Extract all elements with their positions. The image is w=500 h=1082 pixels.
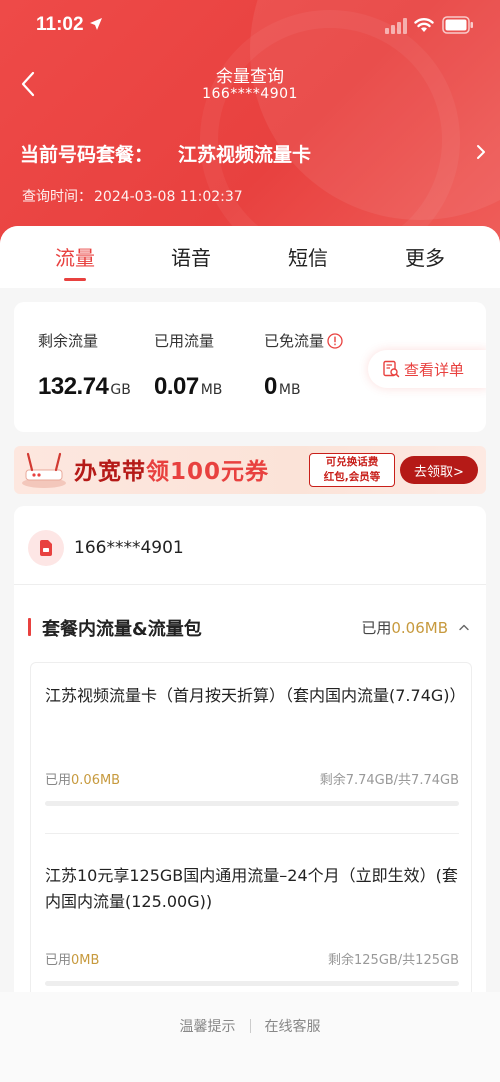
section-accent-bar: [28, 618, 31, 636]
package-progress-bar: [45, 981, 459, 986]
package-name: 江苏10元享125GB国内通用流量–24个月（立即生效）(套内国内流量(125.…: [45, 866, 458, 911]
package-divider: [45, 833, 459, 834]
page-subtitle-phone: 166****4901: [202, 86, 298, 102]
active-tab-indicator: [64, 278, 86, 281]
footer: 温馨提示 在线客服: [0, 992, 500, 1082]
current-plan-name: 江苏视频流量卡: [178, 144, 312, 166]
claim-coupon-button[interactable]: 去领取>: [400, 456, 478, 484]
query-time-label: 查询时间：: [22, 189, 92, 205]
package-used-label: 已用: [45, 773, 72, 788]
used-data-label: 已用流量: [154, 332, 215, 350]
package-section-title: 套餐内流量&流量包: [42, 619, 202, 640]
wifi-icon: [414, 18, 434, 32]
free-data-unit: MB: [278, 382, 301, 398]
query-time-value: 2024-03-08 11:02:37: [94, 189, 243, 205]
document-search-icon: [383, 360, 400, 378]
banner-tag-line2: 红包,会员等: [323, 471, 381, 483]
free-data: 已免流量 0 MB: [264, 330, 343, 401]
section-used-value: 0.06MB: [391, 619, 448, 637]
package-used-label: 已用: [45, 953, 72, 968]
view-details-label: 查看详单: [404, 360, 465, 379]
status-time: 11:02: [36, 14, 84, 35]
remaining-data-label: 剩余流量: [38, 332, 99, 350]
package-item: 江苏10元享125GB国内通用流量–24个月（立即生效）(套内国内流量(125.…: [45, 863, 459, 986]
package-item: 江苏视频流量卡（首月按天折算）（套内国内流量(7.74G)） 已用0.06MB …: [45, 683, 466, 806]
tab-voice[interactable]: 语音: [132, 242, 250, 271]
used-data-value: 0.07: [154, 373, 199, 400]
current-plan-row[interactable]: 当前号码套餐： 江苏视频流量卡: [20, 138, 486, 168]
package-section-used: 已用0.06MB: [361, 617, 448, 638]
used-data-unit: MB: [200, 382, 223, 398]
sim-card-avatar: [28, 530, 64, 566]
info-icon[interactable]: [327, 332, 343, 349]
phone-number-row: 166****4901: [28, 530, 184, 566]
tab-more[interactable]: 更多: [366, 242, 484, 271]
view-details-button[interactable]: 查看详单: [368, 350, 486, 388]
online-service-link[interactable]: 在线客服: [265, 1019, 321, 1035]
banner-text-coupon: 领100元券: [146, 459, 270, 485]
query-time: 查询时间： 2024-03-08 11:02:37: [20, 186, 243, 206]
banner-text-broadband: 办宽带: [74, 459, 146, 485]
sim-card-icon: [40, 540, 52, 556]
package-name: 江苏视频流量卡（首月按天折算）（套内国内流量(7.74G)）: [45, 686, 466, 705]
battery-icon: [442, 16, 473, 34]
tips-link[interactable]: 温馨提示: [180, 1019, 236, 1035]
status-bar: 11:02: [0, 0, 500, 54]
remaining-data-value: 132.74: [38, 373, 109, 400]
package-used-value: 0.06MB: [71, 773, 121, 788]
package-section-header[interactable]: 套餐内流量&流量包 已用0.06MB: [28, 614, 472, 640]
page-title: 余量查询: [216, 67, 284, 87]
banner-tag-line1: 可兑换话费: [325, 456, 379, 468]
footer-separator: [249, 1019, 251, 1033]
used-data: 已用流量 0.07 MB: [154, 330, 222, 401]
broadband-promo-banner[interactable]: 办宽带领100元券 可兑换话费 红包,会员等 去领取>: [14, 446, 486, 494]
tab-bar: 流量 语音 短信 更多: [0, 226, 500, 288]
package-used-value: 0MB: [71, 953, 100, 968]
location-arrow-icon: [90, 18, 102, 30]
divider: [14, 584, 486, 585]
main-card: 流量 语音 短信 更多 剩余流量 132.74 GB 已用流量 0.07 MB 已免…: [0, 226, 500, 1082]
package-remaining: 剩余125GB/共125GB: [328, 953, 459, 968]
chevron-up-icon[interactable]: [458, 623, 470, 631]
package-progress-bar: [45, 801, 459, 806]
remaining-data: 剩余流量 132.74 GB: [38, 330, 131, 401]
tab-sms[interactable]: 短信: [249, 242, 367, 271]
phone-number: 166****4901: [74, 538, 184, 558]
section-used-label: 已用: [361, 619, 392, 637]
free-data-label: 已免流量: [264, 332, 325, 350]
free-data-value: 0: [264, 373, 277, 400]
tab-data[interactable]: 流量: [16, 242, 134, 271]
footer-links: 温馨提示 在线客服: [0, 1016, 500, 1036]
usage-summary-card: 剩余流量 132.74 GB 已用流量 0.07 MB 已免流量 0 MB 查看…: [14, 302, 486, 432]
current-plan-label: 当前号码套餐：: [20, 144, 154, 166]
remaining-data-unit: GB: [110, 382, 131, 398]
chevron-right-icon: [477, 145, 485, 159]
router-illustration-icon: [22, 452, 66, 488]
cellular-signal-icon: [385, 18, 407, 34]
banner-tag: 可兑换话费 红包,会员等: [309, 453, 395, 487]
package-remaining: 剩余7.74GB/共7.74GB: [319, 773, 459, 788]
